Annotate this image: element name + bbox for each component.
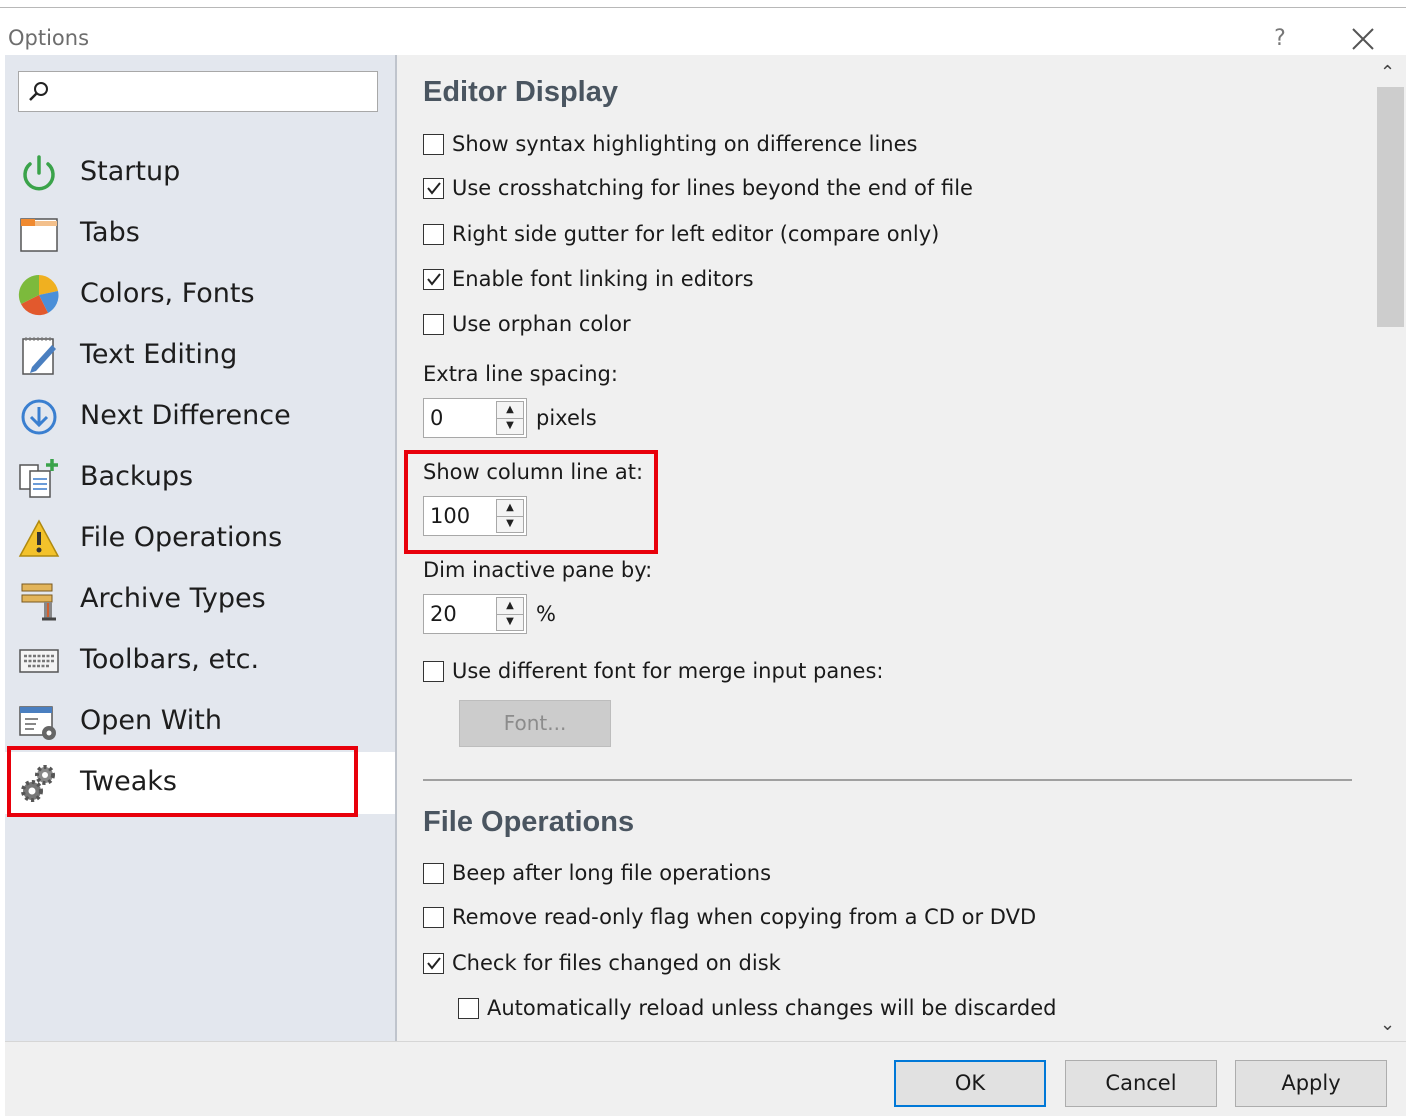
checkbox[interactable] — [458, 998, 479, 1019]
sidebar-item-label: Open With — [80, 705, 223, 736]
checkmark-icon — [427, 273, 441, 286]
sidebar-item-label: File Operations — [80, 522, 283, 553]
dim-inactive-stepper[interactable]: 20 ▲ ▼ — [423, 594, 527, 634]
checkbox-label: Enable font linking in editors — [452, 267, 754, 291]
checkmark-icon — [427, 957, 441, 970]
dim-inactive-unit: % — [536, 602, 556, 626]
sidebar-item-startup[interactable]: Startup — [8, 142, 358, 203]
ok-button[interactable]: OK — [894, 1060, 1046, 1107]
sidebar-item-file-operations[interactable]: File Operations — [8, 508, 358, 569]
stepper-value[interactable]: 20 — [430, 602, 457, 626]
sidebar-item-label: Colors, Fonts — [80, 278, 255, 309]
extra-line-spacing-label: Extra line spacing: — [423, 362, 618, 386]
search-input[interactable] — [57, 78, 371, 106]
column-line-highlight-box — [404, 450, 658, 554]
section-title-file-operations: File Operations — [423, 806, 635, 838]
sidebar-item-label: Tabs — [80, 217, 140, 248]
checkbox-label: Check for files changed on disk — [452, 951, 781, 975]
checkmark-icon — [427, 182, 441, 195]
sidebar-item-label: Backups — [80, 461, 194, 492]
sidebar-item-colors-fonts[interactable]: Colors, Fonts — [8, 264, 358, 325]
cancel-button[interactable]: Cancel — [1065, 1060, 1217, 1107]
sidebar-item-backups[interactable]: Backups — [8, 447, 358, 508]
tweaks-highlight-box — [7, 746, 358, 817]
stepper-up-icon[interactable]: ▲ — [497, 402, 523, 419]
checkbox-label: Use orphan color — [452, 312, 631, 336]
section-divider — [423, 779, 1352, 781]
sidebar-item-text-editing[interactable]: Text Editing — [8, 325, 358, 386]
checkbox-label: Remove read-only flag when copying from … — [452, 905, 1037, 929]
checkbox[interactable] — [423, 178, 444, 199]
keyboard-icon — [19, 649, 59, 673]
checkbox[interactable] — [423, 661, 444, 682]
checkbox[interactable] — [423, 907, 444, 928]
extra-line-spacing-stepper[interactable]: 0 ▲ ▼ — [423, 398, 527, 438]
sidebar-item-label: Archive Types — [80, 583, 266, 614]
close-icon — [1352, 28, 1374, 50]
vise-icon — [21, 583, 56, 621]
tabs-icon — [20, 218, 58, 252]
checkbox[interactable] — [423, 269, 444, 290]
stepper-down-icon[interactable]: ▼ — [497, 418, 523, 434]
down-arrow-circle-icon — [21, 399, 57, 435]
section-title-editor-display: Editor Display — [423, 76, 618, 108]
apply-button[interactable]: Apply — [1235, 1060, 1387, 1107]
sidebar-item-label: Toolbars, etc. — [80, 644, 260, 675]
close-button[interactable] — [1344, 22, 1382, 56]
checkbox-label: Show syntax highlighting on difference l… — [452, 132, 918, 156]
stepper-up-icon[interactable]: ▲ — [497, 598, 523, 615]
search-box[interactable] — [18, 71, 378, 112]
scroll-thumb[interactable] — [1377, 87, 1404, 327]
checkbox-label: Automatically reload unless changes will… — [487, 996, 1057, 1020]
checkbox[interactable] — [423, 863, 444, 884]
checkbox-label: Use different font for merge input panes… — [452, 659, 884, 683]
stepper-value[interactable]: 0 — [430, 406, 443, 430]
checkbox[interactable] — [423, 224, 444, 245]
stepper-arrows[interactable]: ▲ ▼ — [496, 401, 524, 435]
sidebar-item-label: Startup — [80, 156, 181, 187]
sidebar-item-label: Next Difference — [80, 400, 291, 431]
color-wheel-icon — [18, 274, 59, 316]
sidebar-item-label: Text Editing — [80, 339, 238, 370]
stepper-down-icon[interactable]: ▼ — [497, 614, 523, 630]
power-icon — [23, 155, 55, 191]
sidebar-item-archive-types[interactable]: Archive Types — [8, 569, 358, 630]
checkbox-label: Use crosshatching for lines beyond the e… — [452, 176, 973, 200]
copy-plus-icon — [19, 459, 58, 498]
warning-icon — [18, 519, 60, 557]
sidebar-item-toolbars[interactable]: Toolbars, etc. — [8, 630, 358, 691]
checkbox[interactable] — [423, 314, 444, 335]
scroll-down-icon[interactable]: ⌄ — [1380, 1014, 1395, 1035]
window-gear-icon — [19, 706, 56, 740]
sidebar-item-next-difference[interactable]: Next Difference — [8, 386, 358, 447]
checkbox-label: Beep after long file operations — [452, 861, 772, 885]
extra-line-spacing-unit: pixels — [536, 406, 597, 430]
title-bar: Options ? — [0, 8, 1406, 54]
font-button[interactable]: Font... — [459, 700, 611, 747]
help-button[interactable]: ? — [1262, 22, 1298, 56]
checkbox-label: Right side gutter for left editor (compa… — [452, 222, 940, 246]
scroll-up-icon[interactable]: ⌃ — [1380, 62, 1395, 83]
search-icon — [29, 82, 48, 101]
dim-inactive-label: Dim inactive pane by: — [423, 558, 653, 582]
sidebar-item-tabs[interactable]: Tabs — [8, 203, 358, 264]
checkbox[interactable] — [423, 953, 444, 974]
checkbox[interactable] — [423, 134, 444, 155]
sidebar-item-open-with[interactable]: Open With — [8, 691, 358, 752]
notepad-pencil-icon — [22, 337, 56, 375]
stepper-arrows[interactable]: ▲ ▼ — [496, 597, 524, 631]
window-title: Options — [8, 26, 90, 50]
